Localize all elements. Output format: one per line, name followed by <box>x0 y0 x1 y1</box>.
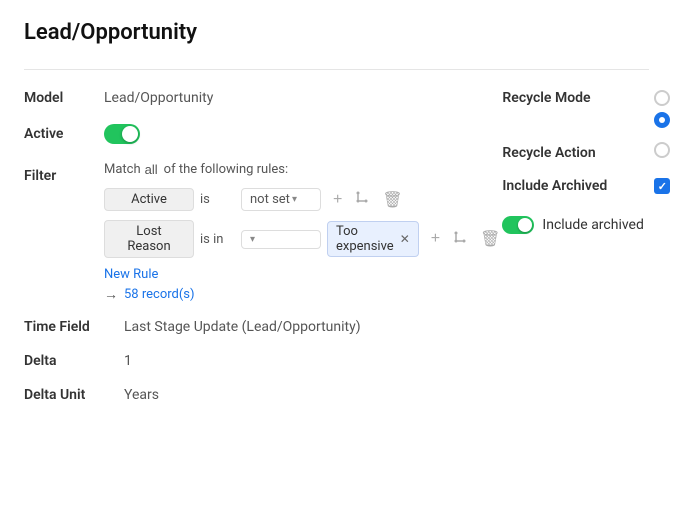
recycle-mode-automatic-row: Automatic <box>654 112 673 128</box>
filter-op-select-lost-reason[interactable]: ▾ <box>241 230 321 249</box>
active-label: Active <box>24 126 104 142</box>
add-filter-branch-button[interactable]: + <box>331 189 344 211</box>
delta-label: Delta <box>24 353 124 369</box>
chevron-down-icon: ▾ <box>250 234 255 245</box>
delete-filter-lr-button[interactable]: 🗑 <box>478 227 502 251</box>
delta-value: 1 <box>124 353 132 369</box>
delta-unit-label: Delta Unit <box>24 387 124 403</box>
recycle-mode-manual-row: Manual <box>654 90 673 106</box>
filter-value-active-text: not set <box>250 192 290 207</box>
recycle-mode-label: Recycle Mode <box>502 90 642 106</box>
value-pill-too-expensive: Too expensive ✕ <box>327 221 419 257</box>
include-archived-filter-toggle[interactable] <box>502 216 534 234</box>
time-field-row: Time Field Last Stage Update (Lead/Oppor… <box>24 319 502 335</box>
filter-row-active: Active is not set ▾ + <box>104 187 502 212</box>
recycle-mode-manual-radio[interactable] <box>654 90 670 106</box>
match-suffix: of the following rules: <box>164 162 288 177</box>
active-toggle[interactable] <box>104 124 140 144</box>
match-prefix: Match <box>104 162 141 177</box>
recycle-mode-automatic-radio[interactable] <box>654 112 670 128</box>
recycle-mode-row: Recycle Mode Manual Automatic <box>502 90 673 134</box>
time-field-label: Time Field <box>24 319 124 335</box>
recycle-action-label: Recycle Action <box>502 145 642 161</box>
filter-section: Filter Match all of the following rules:… <box>24 162 502 303</box>
delta-unit-row: Delta Unit Years <box>24 387 502 403</box>
model-value: Lead/Opportunity <box>104 90 213 106</box>
filter-actions-lost-reason: + 🗑 <box>429 227 503 252</box>
active-row: Active <box>24 124 502 144</box>
recycle-action-archive-radio[interactable] <box>654 142 670 158</box>
filter-branch-button-lr[interactable] <box>450 227 470 252</box>
include-archived-filter-label: Include archived <box>542 217 643 233</box>
match-all-button[interactable]: all <box>145 162 160 177</box>
filter-row-lost-reason: Lost Reason is in ▾ Too expensive ✕ + <box>104 220 502 258</box>
recycle-action-archive-row: Archive <box>654 142 673 158</box>
filter-field-lost-reason: Lost Reason <box>104 220 194 258</box>
new-rule-link[interactable]: New Rule <box>104 267 158 282</box>
time-field-value: Last Stage Update (Lead/Opportunity) <box>124 319 361 335</box>
delete-filter-active-button[interactable]: 🗑 <box>380 188 404 212</box>
pill-close-too-expensive[interactable]: ✕ <box>400 232 410 246</box>
filter-field-active: Active <box>104 188 194 211</box>
filter-match-row: Match all of the following rules: <box>104 162 502 177</box>
delta-unit-value: Years <box>124 387 159 403</box>
filter-label: Filter <box>24 162 104 184</box>
filter-content: Match all of the following rules: Active… <box>104 162 502 303</box>
model-row: Model Lead/Opportunity <box>24 90 502 106</box>
records-arrow-icon: → <box>104 286 118 303</box>
records-count-link[interactable]: 58 record(s) <box>124 287 195 302</box>
include-archived-filter-row: Include archived <box>502 216 673 234</box>
include-archived-label: Include Archived <box>502 178 642 194</box>
match-type: all <box>145 162 158 177</box>
filter-value-select-active[interactable]: not set ▾ <box>241 188 321 211</box>
model-label: Model <box>24 90 104 106</box>
recycle-mode-options: Manual Automatic <box>654 90 673 134</box>
include-archived-row: Include Archived <box>502 178 673 194</box>
include-archived-checkbox[interactable] <box>654 178 670 194</box>
divider <box>24 69 649 70</box>
filter-op-lost-reason: is in <box>200 232 235 247</box>
filter-branch-button[interactable] <box>352 187 372 212</box>
delta-row: Delta 1 <box>24 353 502 369</box>
filter-actions-active: + 🗑 <box>331 187 405 212</box>
recycle-action-options: Archive Delete <box>654 142 673 164</box>
chevron-down-icon: ▾ <box>292 194 297 205</box>
page-title: Lead/Opportunity <box>24 20 649 45</box>
filter-op-active: is <box>200 192 235 207</box>
pill-text-too-expensive: Too expensive <box>336 224 394 254</box>
add-filter-branch-button-lr[interactable]: + <box>429 228 442 250</box>
recycle-action-row: Recycle Action Archive Delete <box>502 142 673 164</box>
records-row: → 58 record(s) <box>104 286 502 303</box>
